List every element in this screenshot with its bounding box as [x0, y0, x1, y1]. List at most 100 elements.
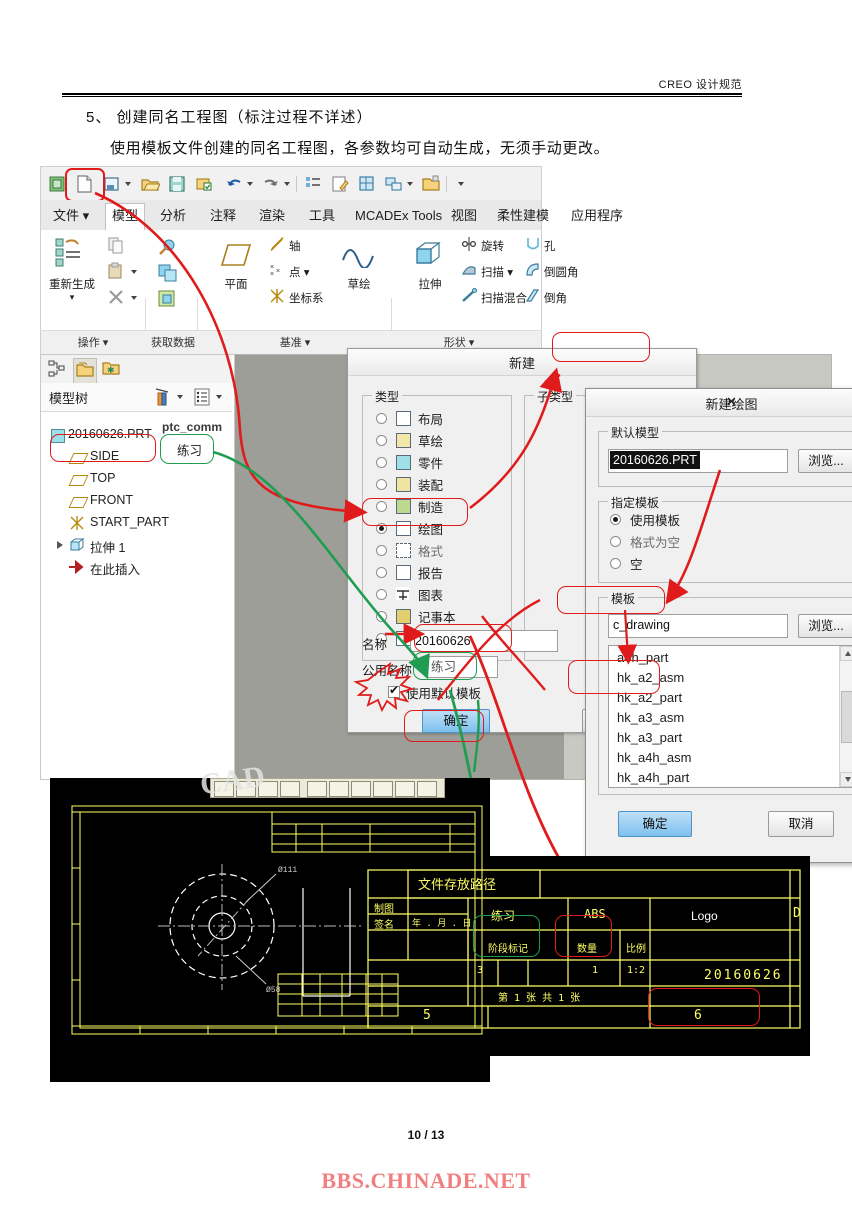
chamfer-label[interactable]: 倒角: [544, 290, 567, 306]
use-default-template-label[interactable]: 使用默认模板: [406, 683, 481, 702]
scrollbar-thumb[interactable]: [841, 691, 852, 743]
tab-applications[interactable]: 应用程序: [565, 204, 629, 230]
paste-caret-icon[interactable]: [131, 270, 137, 274]
csys-label[interactable]: 坐标系: [289, 290, 324, 306]
model-tree-tab-icon[interactable]: [47, 359, 67, 384]
revolve-label[interactable]: 旋转: [481, 238, 504, 254]
window-caret-icon[interactable]: [407, 182, 413, 186]
window-icon[interactable]: [384, 174, 404, 194]
use-default-template-checkbox[interactable]: [388, 683, 400, 698]
template-label-use-template[interactable]: 使用模板: [630, 510, 680, 529]
tab-tools[interactable]: 工具: [303, 204, 341, 230]
tree-node-side[interactable]: SIDE: [90, 449, 119, 463]
point-label[interactable]: 点 ▾: [289, 264, 309, 280]
type-label-manufacturing[interactable]: 制造: [418, 497, 443, 516]
sweep-icon[interactable]: [461, 262, 477, 283]
regenerate-icon[interactable]: [303, 174, 323, 194]
copy-geometry-icon[interactable]: [157, 236, 179, 263]
type-radio-assembly[interactable]: [376, 479, 387, 490]
tab-view[interactable]: 视图: [445, 204, 483, 230]
extrude-label[interactable]: 拉伸: [407, 276, 453, 292]
tree-node-front[interactable]: FRONT: [90, 493, 133, 507]
type-label-drawing[interactable]: 绘图: [418, 519, 443, 538]
tab-mcadex-tools[interactable]: MCADEx Tools: [349, 204, 448, 230]
filter-caret-icon[interactable]: [177, 395, 183, 399]
type-label-layout[interactable]: 布局: [418, 409, 443, 428]
type-radio-manufacturing[interactable]: [376, 501, 387, 512]
print-icon[interactable]: [194, 174, 214, 194]
type-label-sketch[interactable]: 草绘: [418, 431, 443, 450]
undo-caret-icon[interactable]: [247, 182, 253, 186]
type-label-report[interactable]: 报告: [418, 563, 443, 582]
expand-arrow-icon[interactable]: [57, 541, 63, 549]
template-list-item[interactable]: hk_a3_asm: [617, 710, 684, 725]
save-as-icon[interactable]: [102, 174, 122, 194]
name-input[interactable]: 20160626: [410, 630, 558, 652]
type-radio-sketch[interactable]: [376, 435, 387, 446]
type-radio-notebook[interactable]: [376, 611, 387, 622]
chamfer-icon[interactable]: [525, 288, 541, 309]
template-list-item[interactable]: hk_a4h_asm: [617, 750, 691, 765]
merge-inheritance-icon[interactable]: [157, 262, 179, 289]
tab-analysis[interactable]: 分析: [154, 204, 192, 230]
type-radio-layout[interactable]: [376, 413, 387, 424]
extrude-icon[interactable]: [413, 240, 445, 273]
tree-node-top[interactable]: TOP: [90, 471, 115, 485]
tree-display-caret-icon[interactable]: [216, 395, 222, 399]
shrinkwrap-icon[interactable]: [157, 288, 179, 315]
sweep-label[interactable]: 扫描 ▾: [481, 264, 513, 280]
paste-icon[interactable]: [107, 262, 125, 285]
redo-icon[interactable]: [261, 174, 281, 194]
scroll-up-button[interactable]: [840, 646, 852, 661]
swept-blend-icon[interactable]: [461, 288, 477, 309]
round-icon[interactable]: [525, 262, 541, 283]
delete-caret-icon[interactable]: [131, 296, 137, 300]
undo-icon[interactable]: [224, 174, 244, 194]
tab-render[interactable]: 渲染: [253, 204, 291, 230]
sketch-label[interactable]: 草绘: [336, 276, 382, 292]
plane-label[interactable]: 平面: [213, 276, 259, 292]
plane-icon[interactable]: [219, 242, 253, 273]
type-radio-part[interactable]: [376, 457, 387, 468]
sketch-icon[interactable]: [341, 240, 375, 273]
tab-file[interactable]: 文件 ▾: [47, 204, 95, 230]
save-as-caret-icon[interactable]: [125, 182, 131, 186]
template-label-empty[interactable]: 空: [630, 554, 643, 573]
regenerate-label[interactable]: 重新生成: [43, 276, 101, 292]
tree-node-extrude-1[interactable]: 拉伸 1: [90, 537, 125, 556]
template-list-item[interactable]: a4h_part: [617, 650, 668, 665]
type-radio-drawing[interactable]: [376, 523, 387, 534]
template-list[interactable]: a4h_part hk_a2_asm hk_a2_part hk_a3_asm …: [608, 645, 852, 788]
axis-label[interactable]: 轴: [289, 238, 301, 254]
hole-icon[interactable]: [525, 236, 541, 257]
open-icon[interactable]: [140, 174, 161, 194]
tree-display-icon[interactable]: [193, 388, 211, 411]
hole-label[interactable]: 孔: [544, 238, 556, 254]
swept-blend-label[interactable]: 扫描混合: [481, 290, 527, 306]
scroll-down-button[interactable]: [840, 772, 852, 787]
point-icon[interactable]: × × ×: [269, 262, 285, 283]
close-icon[interactable]: ✕: [586, 394, 852, 410]
type-label-diagram[interactable]: 图表: [418, 585, 443, 604]
type-label-notebook[interactable]: 记事本: [418, 607, 456, 626]
layer-icon[interactable]: [357, 174, 377, 194]
template-list-item[interactable]: hk_a2_part: [617, 690, 682, 705]
type-radio-format[interactable]: [376, 545, 387, 556]
tab-flexible-modeling[interactable]: 柔性建模: [491, 204, 555, 230]
type-label-assembly[interactable]: 装配: [418, 475, 443, 494]
regenerate-caret-icon[interactable]: ▾: [43, 292, 101, 303]
tree-node-start-part[interactable]: START_PART: [90, 515, 169, 529]
template-name-input[interactable]: c_drawing: [608, 614, 788, 638]
default-model-browse-button[interactable]: 浏览...: [798, 449, 852, 473]
type-radio-diagram[interactable]: [376, 589, 387, 600]
round-label[interactable]: 倒圆角: [544, 264, 579, 280]
folder-icon[interactable]: [421, 174, 441, 194]
edit-icon[interactable]: [330, 174, 350, 194]
tree-node-part[interactable]: 20160626.PRT: [68, 427, 152, 441]
template-radio-empty[interactable]: [610, 558, 621, 569]
type-label-format[interactable]: 格式: [418, 541, 443, 560]
group-label-operations[interactable]: 操作 ▾: [43, 334, 143, 352]
copy-icon[interactable]: [107, 236, 125, 259]
group-label-get-data[interactable]: 获取数据 ▾: [147, 334, 199, 367]
new-dialog-ok-button[interactable]: 确定: [422, 709, 490, 733]
